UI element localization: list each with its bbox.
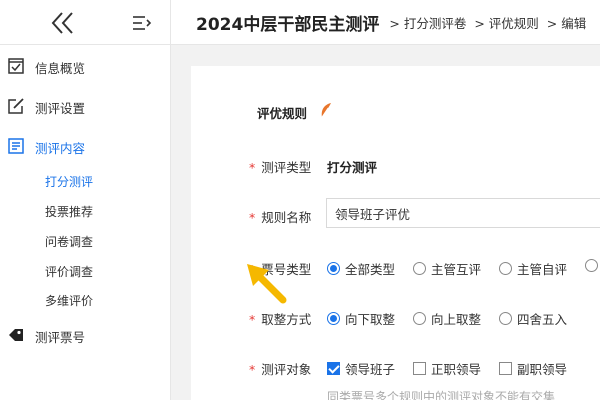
rounding-label: * 取整方式 (249, 312, 312, 327)
sidebar: 信息概览 测评设置 测评内容 打分测评 投票推荐 问卷调查 评价调查 多维评价 … (0, 0, 171, 400)
radio[interactable] (499, 312, 512, 325)
breadcrumb-item[interactable]: 打分测评卷 (404, 16, 467, 31)
page-header: 2024中层干部民主测评 > 打分测评卷 > 评优规则 > 编辑 (171, 0, 600, 45)
breadcrumb: > 打分测评卷 > 评优规则 > 编辑 (389, 15, 587, 31)
rule-name-label: * 规则名称 (249, 210, 312, 225)
breadcrumb-item: 编辑 (561, 15, 587, 31)
checklist-icon (8, 58, 24, 74)
sidebar-item-label: 测评设置 (35, 101, 86, 116)
radio[interactable] (499, 262, 512, 275)
rounding-option-round[interactable]: 四舍五入 (499, 309, 567, 328)
sidebar-item-overview[interactable]: 信息概览 (0, 51, 170, 81)
rule-name-input[interactable] (326, 198, 600, 228)
sidebar-item-label: 测评票号 (35, 330, 86, 345)
sidebar-header (0, 0, 170, 45)
sidebar-item-label: 信息概览 (35, 61, 86, 76)
sidebar-subitem-survey[interactable]: 问卷调查 (45, 233, 93, 250)
sidebar-item-label: 测评内容 (35, 141, 86, 156)
eval-target-option-chief[interactable]: 正职领导 (413, 359, 481, 378)
annotation-arrow-icon (247, 264, 287, 304)
eval-type-label: * 测评类型 (249, 160, 312, 175)
checkbox[interactable] (499, 362, 512, 375)
radio[interactable] (413, 312, 426, 325)
sidebar-item-content[interactable]: 测评内容 (0, 131, 170, 161)
eval-target-option-deputy[interactable]: 副职领导 (499, 359, 567, 378)
feather-icon (321, 103, 331, 118)
sidebar-subitem-score[interactable]: 打分测评 (45, 173, 93, 190)
eval-type-value: 打分测评 (327, 160, 378, 175)
sidebar-subitem-evaluation[interactable]: 评价调查 (45, 263, 93, 280)
eval-target-label: * 测评对象 (249, 362, 312, 377)
menu-fold-icon[interactable] (132, 14, 152, 32)
list-icon (8, 138, 24, 154)
page-title: 2024中层干部民主测评 (196, 14, 380, 35)
section-title: 评优规则 (257, 106, 308, 121)
radio[interactable] (585, 259, 598, 272)
ticket-type-option-self[interactable]: 主管自评 (499, 259, 567, 278)
eval-target-option-team[interactable]: 领导班子 (327, 359, 395, 378)
checkbox[interactable] (413, 362, 426, 375)
edit-icon (8, 98, 24, 114)
rounding-option-up[interactable]: 向上取整 (413, 309, 481, 328)
radio[interactable] (413, 262, 426, 275)
eval-target-hint: 同类票号多个规则中的测评对象不能有交集 (327, 390, 556, 400)
sidebar-subitem-vote[interactable]: 投票推荐 (45, 203, 93, 220)
checkbox-checked[interactable] (327, 362, 340, 375)
sidebar-item-settings[interactable]: 测评设置 (0, 91, 170, 121)
tag-icon (9, 329, 23, 341)
ticket-type-option-mutual[interactable]: 主管互评 (413, 259, 481, 278)
double-chevron-left-icon[interactable] (50, 10, 76, 36)
sidebar-item-tickets[interactable]: 测评票号 (0, 320, 170, 350)
rule-form-card: 评优规则 *测评类型 打分测评 *规则名称 *票号类型 全部类型 主管互评 主管… (191, 66, 600, 400)
radio-selected[interactable] (327, 262, 340, 275)
radio-selected[interactable] (327, 312, 340, 325)
ticket-type-option-more[interactable] (585, 259, 600, 272)
rounding-option-down[interactable]: 向下取整 (327, 309, 395, 328)
sidebar-subitem-multi[interactable]: 多维评价 (45, 292, 93, 309)
ticket-type-option-all[interactable]: 全部类型 (327, 259, 395, 278)
breadcrumb-item[interactable]: 评优规则 (489, 16, 539, 31)
